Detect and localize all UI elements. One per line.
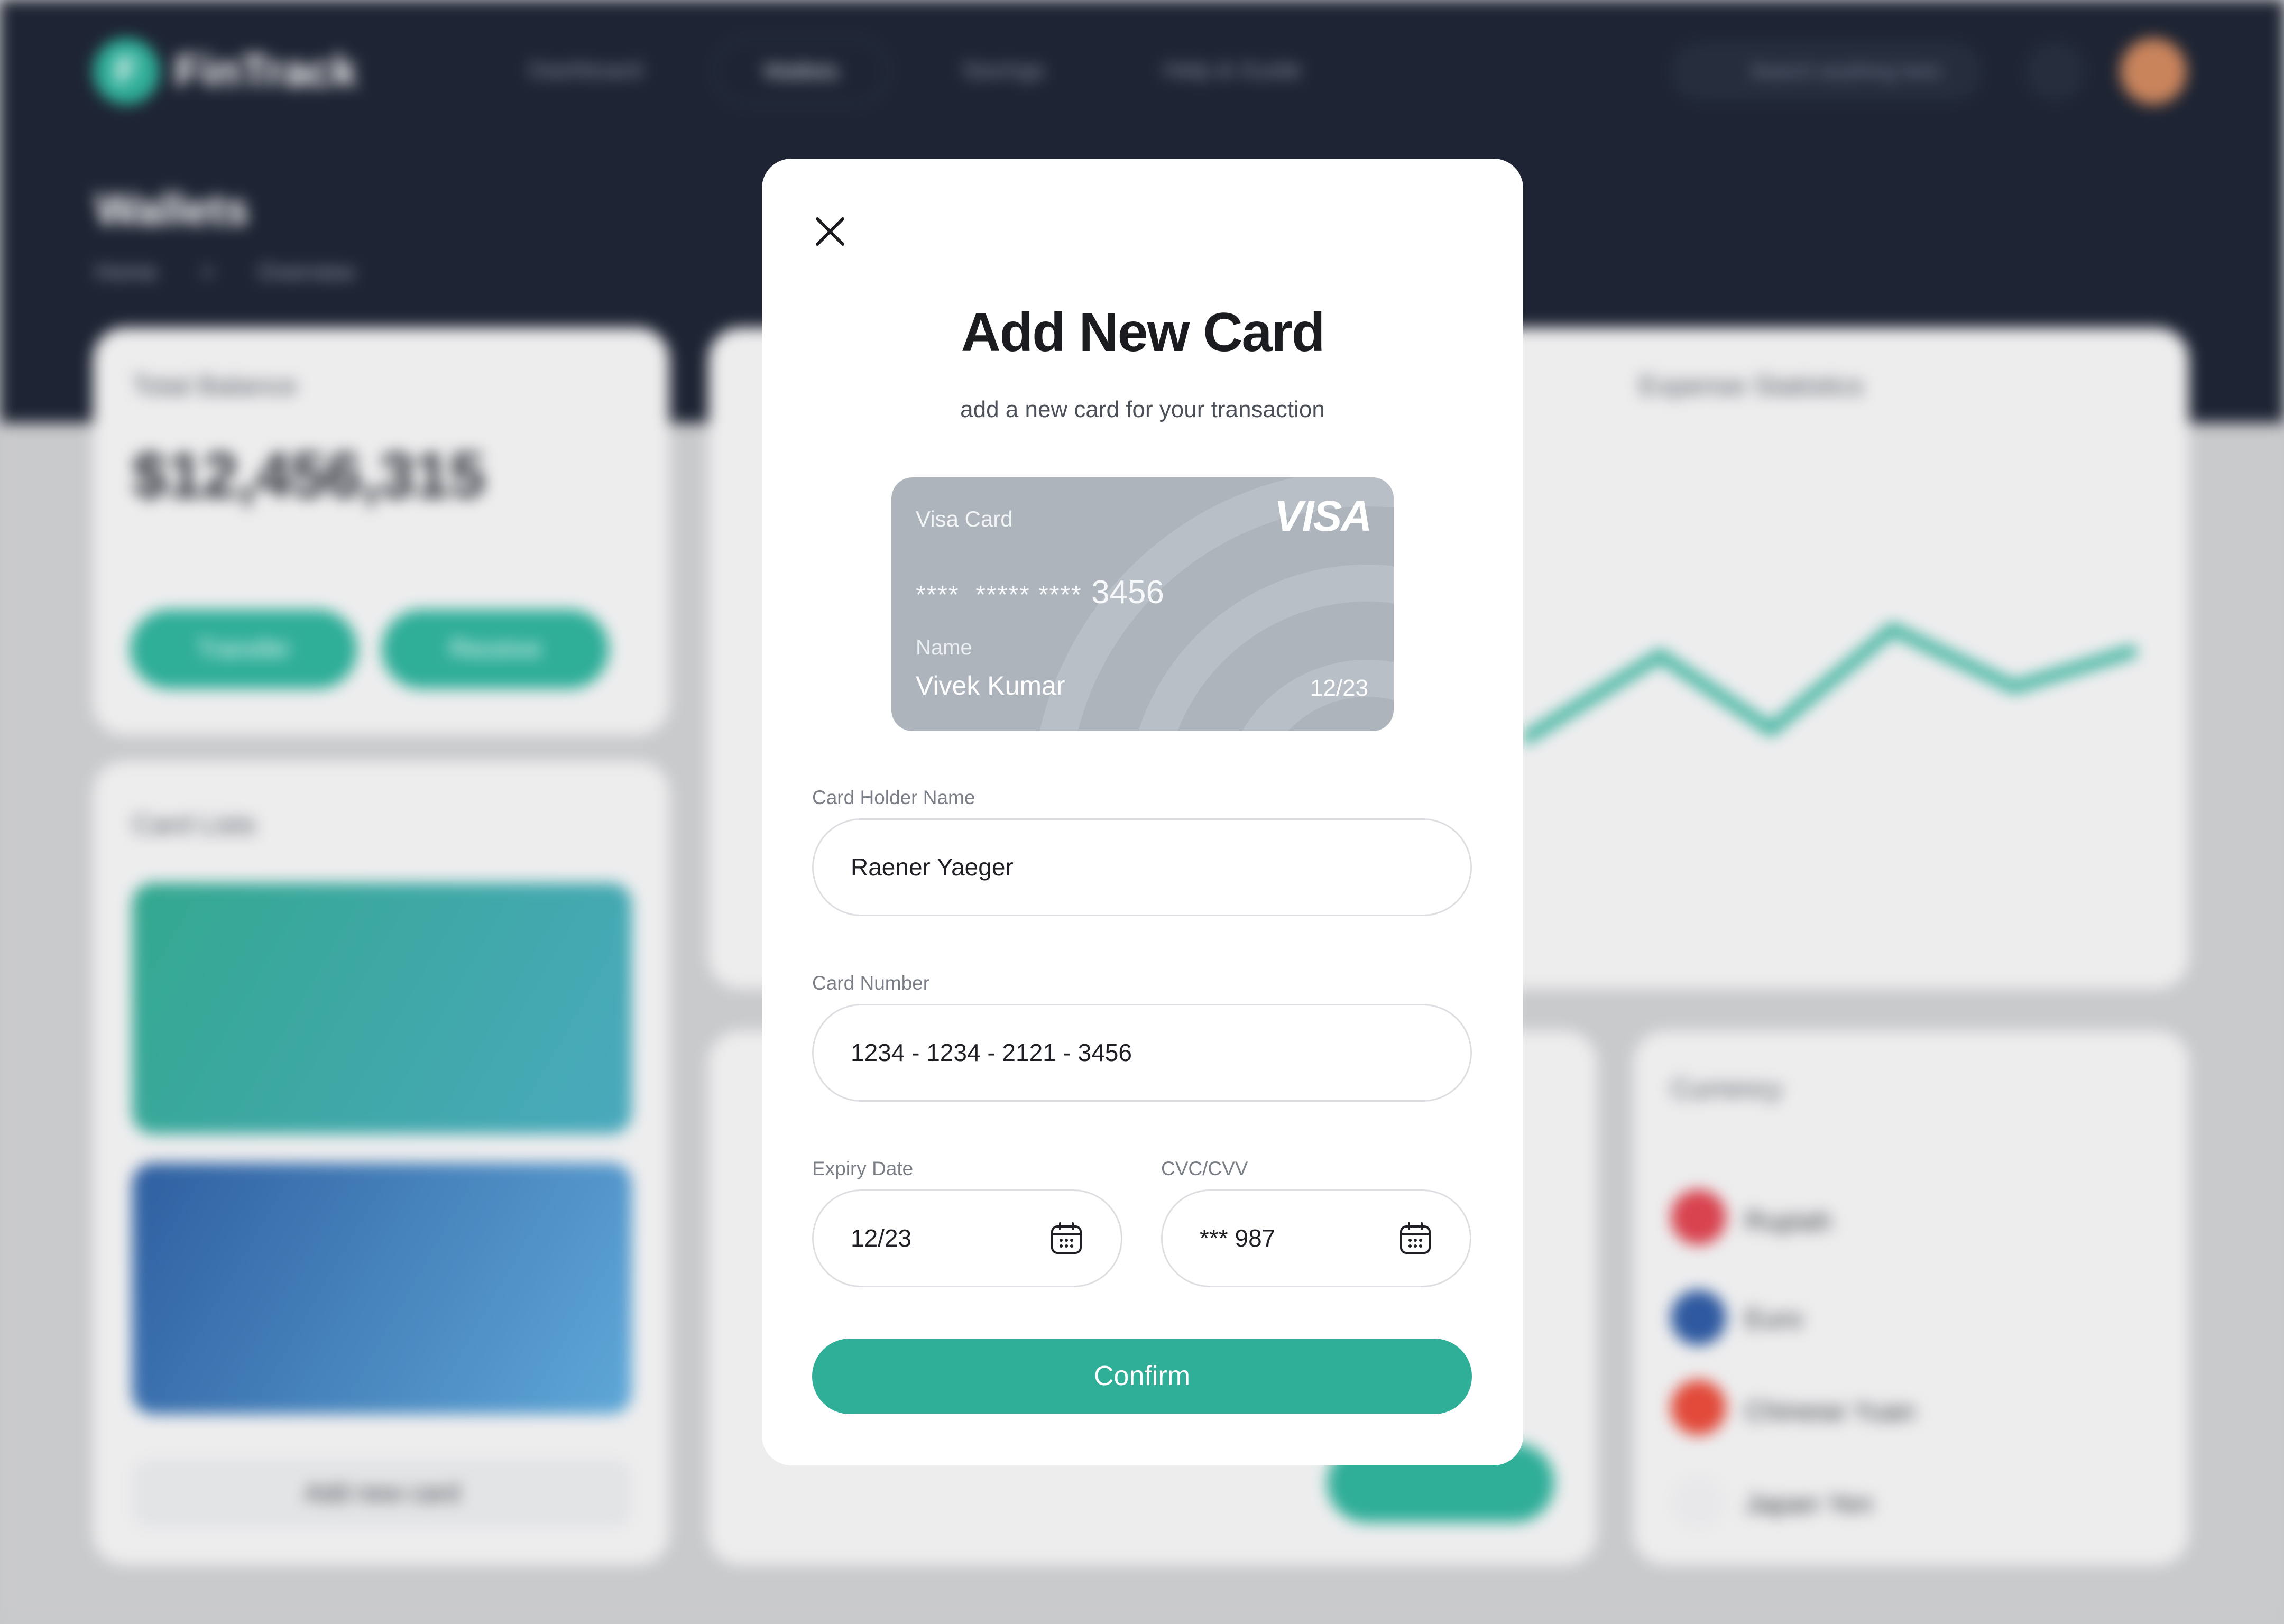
add-new-card-button[interactable]: Add new card	[132, 1459, 632, 1528]
transfer-button[interactable]: Transfer	[130, 610, 357, 689]
holder-name-label: Card Holder Name	[812, 787, 975, 808]
breadcrumb-home[interactable]: Home	[95, 259, 157, 285]
card-preview-masked: **** ***** ****	[916, 581, 1082, 609]
balance-amount: $12,456,315	[132, 440, 485, 511]
receive-button[interactable]: Receive	[382, 610, 609, 689]
flag-icon	[1671, 1290, 1726, 1345]
calendar-icon[interactable]	[1398, 1221, 1432, 1255]
card-preview-holder: Vivek Kumar	[916, 671, 1065, 700]
nav-savings[interactable]: Savings	[962, 57, 1045, 84]
currency-row: Euro	[1745, 1304, 1803, 1334]
breadcrumb-separator: >	[200, 259, 215, 285]
card-preview-type: Visa Card	[916, 506, 1013, 531]
card-preview-last-digits: 3456	[1091, 574, 1165, 611]
app-logo-icon: F	[93, 38, 160, 105]
close-icon[interactable]	[809, 210, 851, 253]
breadcrumb: Home > Overview	[95, 259, 355, 285]
balance-label: Total Balance	[132, 371, 298, 401]
visa-logo-icon: VISA	[1274, 492, 1372, 540]
currency-label: Currency	[1671, 1074, 1782, 1104]
calendar-icon[interactable]	[1049, 1221, 1083, 1255]
expense-line-chart	[1523, 622, 2138, 745]
card-preview-expiry: 12/23	[1310, 675, 1369, 701]
saved-card-green[interactable]	[132, 883, 632, 1134]
nav-help[interactable]: Help & Guide	[1163, 57, 1302, 84]
card-number-field[interactable]: 1234 - 1234 - 2121 - 3456	[812, 1004, 1472, 1102]
expense-statistics-label: Expense Statistics	[1639, 371, 1864, 401]
app-name: FinTrack	[174, 46, 357, 96]
expiry-date-label: Expiry Date	[812, 1158, 914, 1179]
currency-row: Chinese Yuan	[1745, 1396, 1915, 1427]
nav-dashboard[interactable]: Dashboard	[529, 57, 642, 84]
modal-title: Add New Card	[961, 302, 1325, 363]
page-title: Wallets	[95, 184, 249, 234]
card-preview-name-label: Name	[916, 636, 972, 659]
card-lists-label: Card Lists	[132, 809, 256, 840]
currency-row: Rupiah	[1745, 1206, 1832, 1237]
card-number-label: Card Number	[812, 972, 930, 994]
cvc-label: CVC/CVV	[1161, 1158, 1248, 1179]
flag-icon	[1671, 1189, 1726, 1245]
flag-icon	[1671, 1475, 1726, 1530]
search-input[interactable]: Search anything here	[1671, 41, 1983, 102]
saved-card-blue[interactable]	[132, 1163, 632, 1414]
notification-bell-icon[interactable]	[2025, 41, 2085, 102]
holder-name-field[interactable]: Raener Yaeger	[812, 818, 1472, 916]
nav-wallets[interactable]: Wallets	[714, 38, 888, 105]
user-avatar[interactable]	[2120, 38, 2187, 105]
confirm-button[interactable]: Confirm	[812, 1339, 1472, 1414]
card-preview-number: **** ***** **** 3456	[916, 574, 1164, 611]
currency-row: Japan Yen	[1745, 1489, 1873, 1519]
flag-icon	[1671, 1380, 1726, 1435]
breadcrumb-current: Overview	[257, 259, 355, 285]
modal-subtitle: add a new card for your transaction	[960, 396, 1325, 422]
